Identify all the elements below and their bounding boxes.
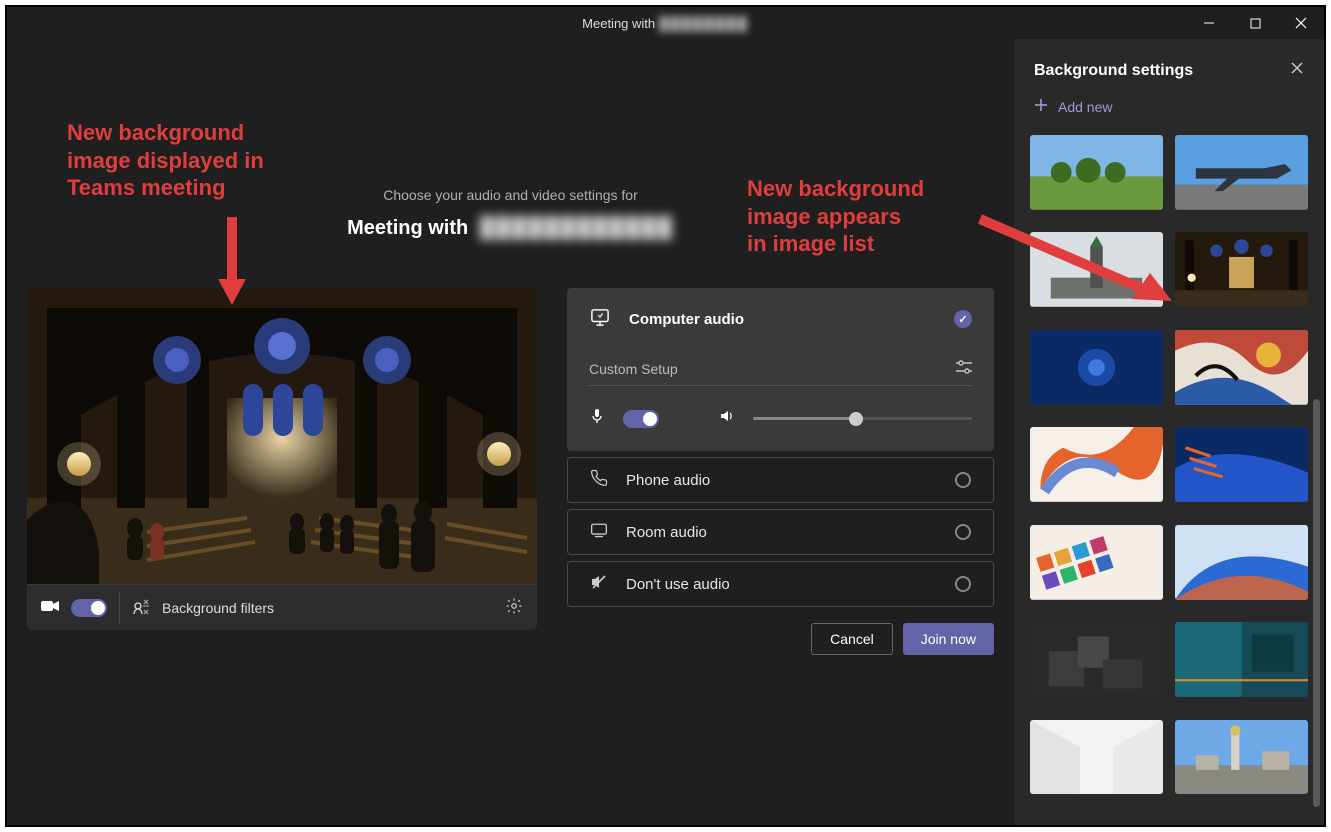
bg-thumb-room-teal[interactable]: [1175, 622, 1308, 697]
bg-thumb-parliament-building[interactable]: [1030, 232, 1163, 307]
bg-thumb-abstract-paint[interactable]: [1175, 330, 1308, 405]
video-preview-card: Background filters: [27, 288, 537, 630]
bg-thumb-white-room[interactable]: [1030, 720, 1163, 795]
title-name-masked: ████████: [659, 16, 749, 31]
computer-audio-label: Computer audio: [629, 311, 744, 328]
camera-toggle[interactable]: [71, 599, 107, 617]
prejoin-title-prefix: Meeting with: [347, 217, 468, 239]
panel-close-button[interactable]: [1290, 61, 1304, 80]
maximize-button[interactable]: [1232, 7, 1278, 39]
titlebar: Meeting with ████████: [7, 7, 1324, 39]
custom-setup-label[interactable]: Custom Setup: [589, 361, 678, 377]
radio-unchecked: [955, 524, 971, 540]
panel-scrollbar[interactable]: [1313, 399, 1320, 807]
prejoin-title: Meeting with ████████████: [27, 217, 994, 240]
selected-check-icon: ✓: [954, 310, 972, 328]
speaker-off-icon: [590, 573, 608, 595]
microphone-toggle[interactable]: [623, 410, 659, 428]
video-preview: [27, 288, 537, 584]
phone-audio-option[interactable]: Phone audio: [567, 457, 994, 503]
background-settings-panel: Background settings Add new: [1014, 39, 1324, 825]
bg-thumb-abstract-ribbon-blue[interactable]: [1175, 427, 1308, 502]
phone-audio-label: Phone audio: [626, 472, 710, 489]
video-camera-icon: [41, 599, 59, 616]
bg-thumb-city-monument[interactable]: [1175, 720, 1308, 795]
bg-thumb-cubes-dark[interactable]: [1030, 622, 1163, 697]
background-effects-icon: [132, 597, 150, 618]
device-settings-button[interactable]: [505, 597, 523, 618]
speaker-icon: [719, 408, 735, 429]
minimize-button[interactable]: [1186, 7, 1232, 39]
room-audio-label: Room audio: [626, 524, 707, 541]
title-prefix: Meeting with: [582, 16, 655, 31]
bg-thumb-cathedral-interior[interactable]: [1175, 232, 1308, 307]
bg-thumb-landscape-field[interactable]: [1030, 135, 1163, 210]
bg-thumb-abstract-ribbon-orange[interactable]: [1030, 427, 1163, 502]
bg-thumb-color-swatches[interactable]: [1030, 525, 1163, 600]
computer-audio-card[interactable]: Computer audio ✓ Custom Setup: [567, 288, 994, 451]
phone-icon: [590, 469, 608, 491]
bg-thumb-abstract-sphere[interactable]: [1030, 330, 1163, 405]
background-filters-label[interactable]: Background filters: [162, 600, 274, 616]
background-thumbnails-grid: [1014, 127, 1324, 825]
add-new-label: Add new: [1058, 99, 1112, 115]
main-area: New background image displayed in Teams …: [7, 39, 1014, 825]
sliders-icon[interactable]: [956, 360, 972, 377]
microphone-icon: [589, 408, 605, 429]
bg-thumb-aircraft[interactable]: [1175, 135, 1308, 210]
no-audio-label: Don't use audio: [626, 576, 730, 593]
close-button[interactable]: [1278, 7, 1324, 39]
join-now-button[interactable]: Join now: [903, 623, 994, 655]
radio-unchecked: [955, 472, 971, 488]
panel-title: Background settings: [1034, 62, 1193, 80]
volume-slider[interactable]: [753, 417, 972, 420]
cancel-button[interactable]: Cancel: [811, 623, 893, 655]
pc-audio-icon: [589, 308, 611, 330]
prejoin-subtitle: Choose your audio and video settings for: [27, 187, 994, 203]
plus-icon: [1034, 98, 1048, 115]
add-new-button[interactable]: Add new: [1014, 94, 1324, 127]
bg-thumb-curved-surface-blue[interactable]: [1175, 525, 1308, 600]
no-audio-option[interactable]: Don't use audio: [567, 561, 994, 607]
prejoin-title-name-masked: ████████████: [480, 217, 674, 239]
radio-unchecked: [955, 576, 971, 592]
room-audio-option[interactable]: Room audio: [567, 509, 994, 555]
screen-icon: [590, 522, 608, 542]
